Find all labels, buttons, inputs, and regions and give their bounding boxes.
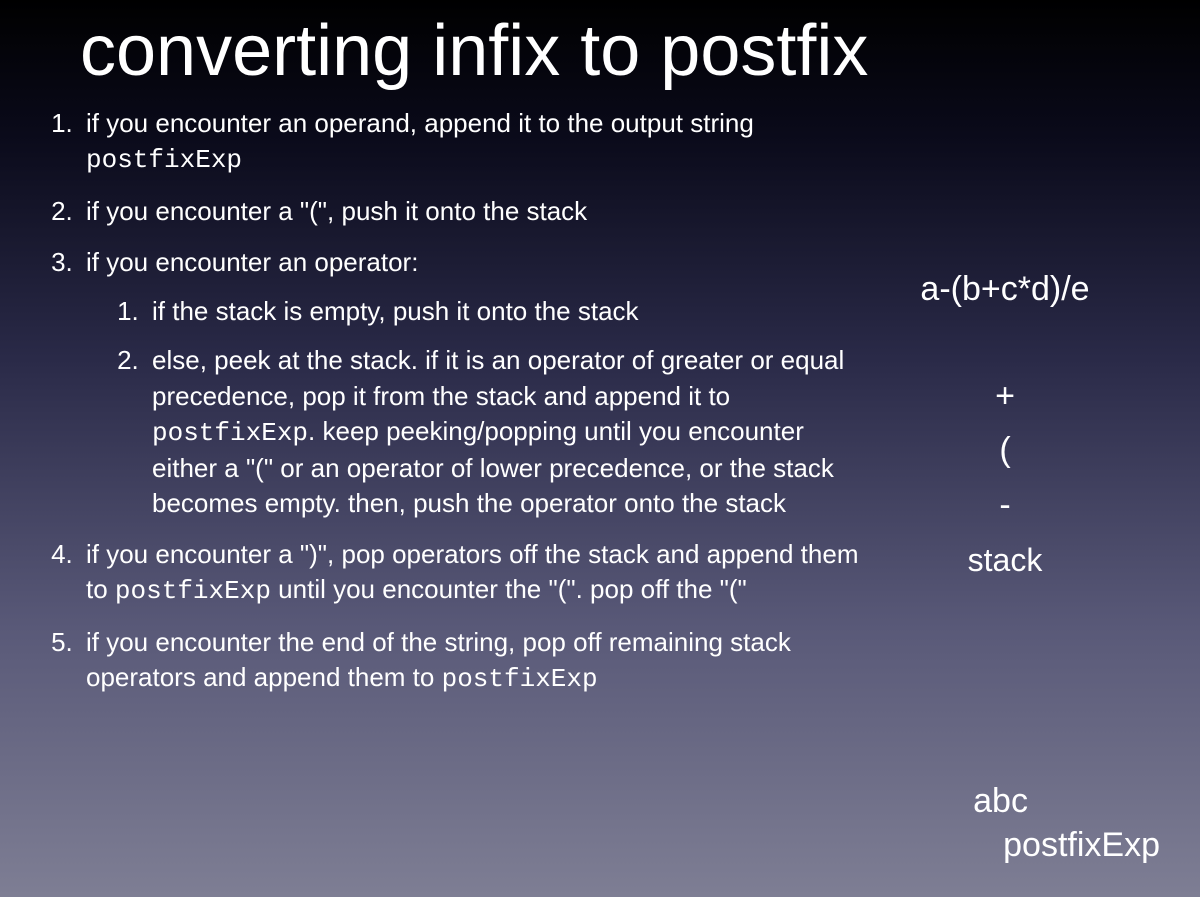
stack-item-mid: (: [860, 423, 1150, 477]
step-1-code: postfixExp: [86, 145, 242, 175]
step-5-text-a: if you encounter the end of the string, …: [86, 627, 791, 692]
step-3-2: else, peek at the stack. if it is an ope…: [146, 343, 860, 520]
stack-item-top: +: [860, 369, 1150, 423]
algorithm-list: if you encounter an operand, append it t…: [40, 106, 860, 697]
slide: converting infix to postfix if you encou…: [0, 0, 1200, 897]
step-5-code: postfixExp: [442, 664, 598, 694]
step-2-text: if you encounter a "(", push it onto the…: [86, 196, 587, 226]
step-4: if you encounter a ")", pop operators of…: [80, 537, 860, 609]
stack-contents: + ( -: [860, 369, 1150, 532]
infix-expression: a-(b+c*d)/e: [860, 270, 1150, 309]
stack-label: stack: [860, 542, 1150, 579]
step-3-2-code: postfixExp: [152, 418, 308, 448]
step-3-text: if you encounter an operator:: [86, 247, 418, 277]
step-3-2-text-a: else, peek at the stack. if it is an ope…: [152, 345, 844, 410]
step-3-sublist: if the stack is empty, push it onto the …: [86, 294, 860, 521]
postfix-value: abc: [973, 779, 1160, 823]
stack-item-bot: -: [860, 478, 1150, 532]
step-2: if you encounter a "(", push it onto the…: [80, 194, 860, 229]
step-3-1: if the stack is empty, push it onto the …: [146, 294, 860, 329]
step-4-text-c: until you encounter the "(". pop off the…: [271, 574, 747, 604]
postfix-label: postfixExp: [1003, 823, 1160, 867]
example-panel: a-(b+c*d)/e + ( - stack: [860, 270, 1150, 579]
step-3: if you encounter an operator: if the sta…: [80, 245, 860, 521]
postfix-panel: abc postfixExp: [963, 779, 1160, 867]
step-1: if you encounter an operand, append it t…: [80, 106, 860, 178]
step-1-text: if you encounter an operand, append it t…: [86, 108, 754, 138]
slide-title: converting infix to postfix: [80, 10, 1160, 92]
step-3-1-text: if the stack is empty, push it onto the …: [152, 296, 639, 326]
step-4-code: postfixExp: [115, 576, 271, 606]
step-5: if you encounter the end of the string, …: [80, 625, 860, 697]
